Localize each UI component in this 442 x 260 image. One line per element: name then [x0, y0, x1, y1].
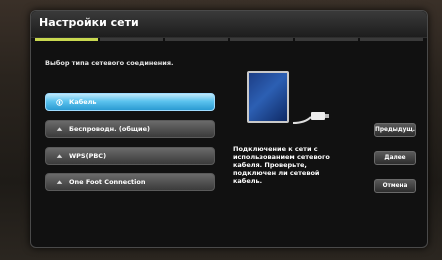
progress-step-2 [100, 38, 163, 41]
progress-step-5 [295, 38, 358, 41]
option-label: One Foot Connection [69, 178, 146, 186]
progress-step-6 [360, 38, 423, 41]
monitor-illustration [247, 71, 289, 123]
network-settings-dialog: Настройки сети Выбор типа сетевого соеди… [30, 10, 428, 248]
step-progress [31, 37, 427, 42]
option-cable[interactable]: Кабель [45, 93, 215, 111]
dialog-header: Настройки сети [31, 11, 427, 38]
connection-description: Подключение к сети с использованием сете… [233, 145, 330, 185]
previous-button[interactable]: Предыдущ. [374, 123, 416, 137]
cancel-button[interactable]: Отмена [374, 179, 416, 193]
plug-icon [56, 98, 63, 106]
wireless-icon [56, 126, 63, 131]
option-label: Беспроводн. (общие) [69, 125, 150, 133]
dialog-title: Настройки сети [39, 16, 139, 29]
wps-icon [56, 153, 63, 158]
option-wireless[interactable]: Беспроводн. (общие) [45, 120, 215, 138]
next-button[interactable]: Далее [374, 151, 416, 165]
progress-step-1 [35, 38, 98, 41]
option-one-foot-connection[interactable]: One Foot Connection [45, 173, 215, 191]
option-label: Кабель [69, 98, 97, 106]
connection-type-subtitle: Выбор типа сетевого соединения. [45, 59, 174, 67]
option-label: WPS(PBC) [69, 152, 107, 160]
network-cable-icon [292, 112, 329, 124]
progress-step-3 [165, 38, 228, 41]
progress-step-4 [230, 38, 293, 41]
one-foot-icon [56, 179, 63, 184]
option-wps[interactable]: WPS(PBC) [45, 147, 215, 165]
